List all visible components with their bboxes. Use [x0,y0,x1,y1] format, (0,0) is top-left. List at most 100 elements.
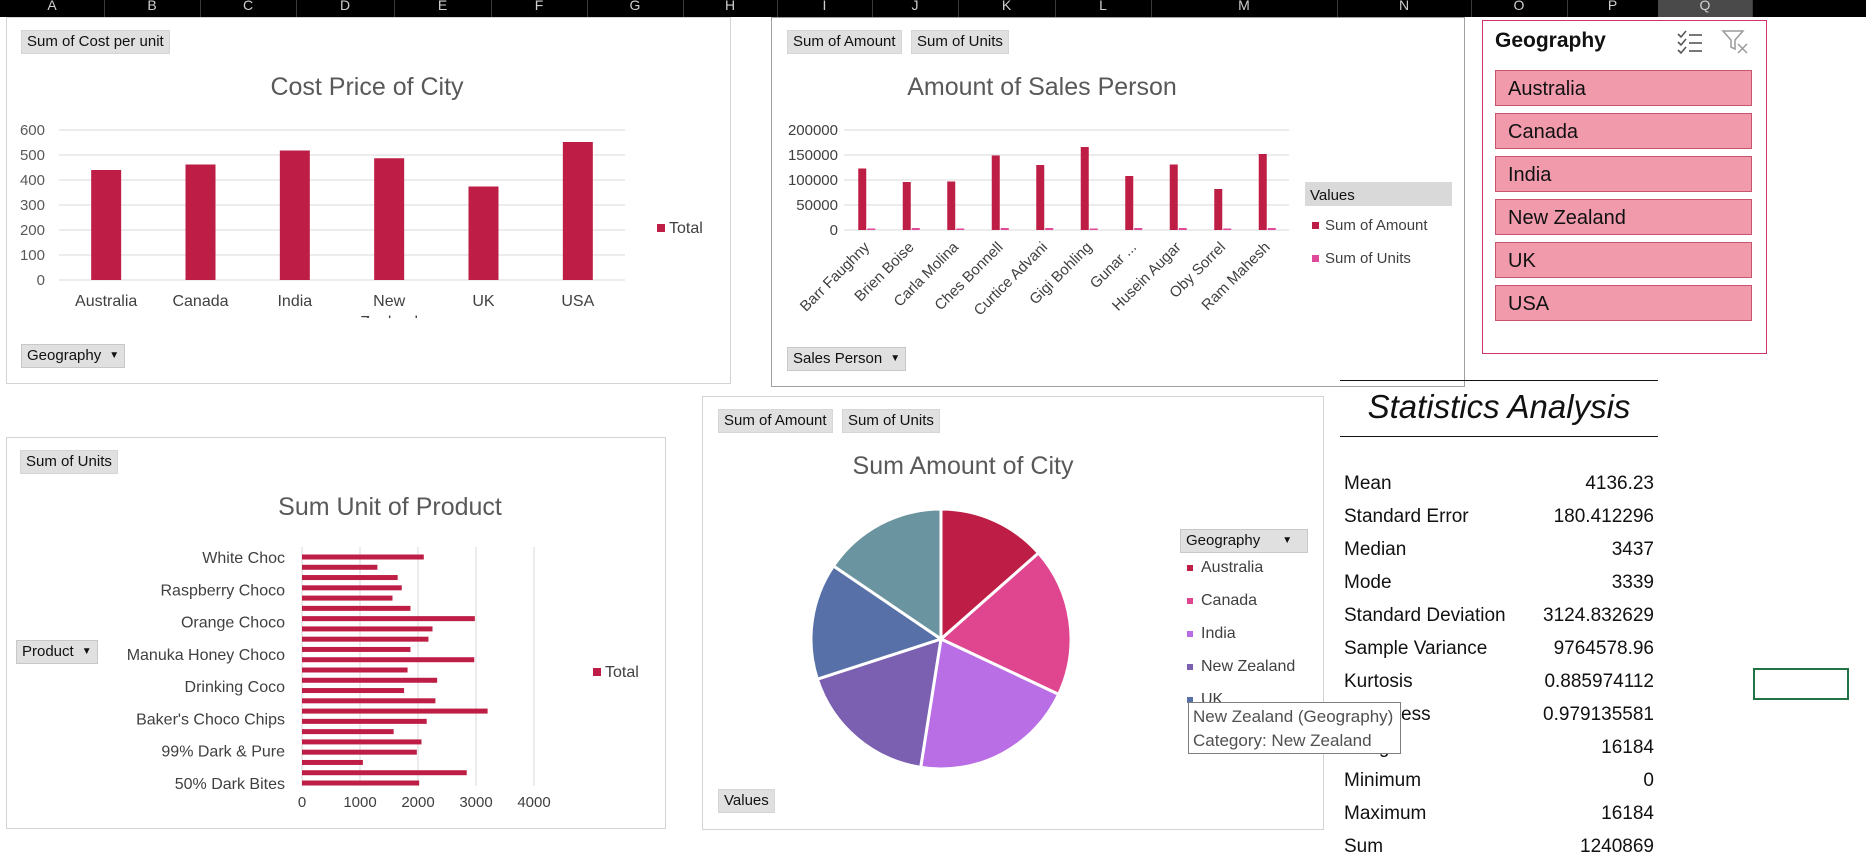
sum-unit-product-chart[interactable]: Sum of Units Sum Unit of Product 0 1000 20… [6,437,666,829]
bar [302,626,433,632]
cost-price-chart[interactable]: Sum of Cost per unit Cost Price of City … [6,17,731,384]
bar [302,718,427,724]
legend-entry[interactable]: New Zealand [1187,658,1295,676]
legend-entry[interactable]: India [1187,625,1236,643]
y-tick-label: 300 [20,197,45,214]
legend-label: India [1201,625,1236,642]
cost-bar-plot: 0 100 200 300 400 500 600 Australia Canada India N… [20,122,703,318]
y-tick-label: Baker's Choco Chips [136,711,285,728]
geography-slicer[interactable]: Geography Australia Canada India New Zealan… [1482,20,1767,354]
bar [302,585,402,591]
bar [302,636,429,642]
column-header-j[interactable]: J [872,0,959,17]
slicer-item-canada[interactable]: Canada [1495,113,1752,149]
x-tick-label: New Zealand [360,293,418,318]
x-tick-label: 2000 [401,794,434,811]
stats-top-rule [1340,380,1658,381]
bar [302,595,393,601]
bar-1 [911,228,920,230]
bar [185,164,216,280]
slicer-item-new-zealand[interactable]: New Zealand [1495,199,1752,235]
x-tick-line: India [277,293,312,310]
bar [302,780,420,786]
column-header-e[interactable]: E [394,0,492,17]
values-field-button[interactable]: Values [718,789,775,813]
legend-swatch [1187,630,1193,637]
column-header-o[interactable]: O [1471,0,1568,17]
legend-entry[interactable]: Australia [1187,559,1263,577]
slicer-item-australia[interactable]: Australia [1495,70,1752,106]
column-header-g[interactable]: G [587,0,684,17]
column-header-f[interactable]: F [491,0,588,17]
column-header-h[interactable]: H [683,0,778,17]
bar [302,759,363,765]
column-header-p[interactable]: P [1567,0,1659,17]
sales-person-chart[interactable]: Sum of Amount Sum of Units Amount of Sal… [771,17,1465,387]
geography-field-label: Geography [27,347,102,364]
sum-amount-city-chart[interactable]: Sum of Amount Sum of Units Sum Amount of… [702,396,1324,830]
legend-swatch [1312,255,1319,262]
column-header-m[interactable]: M [1151,0,1338,17]
slicer-item-uk[interactable]: UK [1495,242,1752,278]
bar-1 [1178,228,1187,230]
stat-value: 0 [1643,770,1654,791]
stat-value: 16184 [1601,737,1654,758]
bar [302,708,488,714]
column-header-k[interactable]: K [958,0,1056,17]
bar [91,170,122,280]
column-header-q[interactable]: Q [1658,0,1753,17]
bar-1 [1134,228,1143,230]
bar-0 [947,181,956,230]
column-header-d[interactable]: D [296,0,395,17]
bar [279,150,310,280]
y-tick-label: 50% Dark Bites [175,776,285,793]
stat-label: Minimum [1344,770,1422,791]
bar-1 [1089,228,1098,230]
chart-tooltip: New Zealand (Geography) Category: New Ze… [1188,702,1401,754]
stat-value: 4136.23 [1585,473,1654,494]
x-tick-label: USA [561,293,594,310]
bar [468,186,499,280]
y-tick-label: Drinking Coco [185,679,286,696]
column-header-c[interactable]: C [200,0,297,17]
y-tick-label: Orange Choco [181,615,285,632]
selected-cell[interactable] [1753,668,1849,700]
product-field-button[interactable]: Product ▼ [16,640,98,665]
bar-0 [1258,154,1267,230]
y-tick-label: White Choc [202,550,285,567]
bar-0 [1036,165,1045,230]
column-header-n[interactable]: N [1337,0,1472,17]
stats-header-rule [1340,436,1658,437]
bar-1 [956,228,965,230]
bar [302,616,475,622]
x-tick-label: 3000 [459,794,492,811]
tooltip-line-2: Category: New Zealand [1193,731,1372,750]
slicer-title: Geography [1495,29,1606,52]
x-tick-line: Canada [172,293,228,310]
y-tick-label: 100000 [788,172,838,189]
legend-swatch [1312,222,1319,229]
checklist-icon[interactable] [1676,29,1704,55]
geography-legend-field-button[interactable]: Geography ▼ [1180,529,1308,554]
slicer-item-usa[interactable]: USA [1495,285,1752,321]
slicer-item-india[interactable]: India [1495,156,1752,192]
bar-0 [1169,164,1178,230]
x-tick-label: 1000 [343,794,376,811]
column-header-i[interactable]: I [777,0,873,17]
legend-label: Canada [1201,592,1258,609]
y-tick-label: 0 [37,272,45,289]
column-header-l[interactable]: L [1055,0,1152,17]
bar-1 [1267,228,1276,230]
y-tick-label: 99% Dark & Pure [161,744,285,761]
filter-clear-icon[interactable] [1721,28,1749,56]
column-header-a[interactable]: A [0,0,105,17]
legend-entry[interactable]: Canada [1187,592,1257,610]
bar [562,142,593,280]
bar [302,667,408,673]
stat-label: Maximum [1344,803,1427,824]
column-header-b[interactable]: B [104,0,201,17]
sales-person-field-button[interactable]: Sales Person ▼ [787,347,907,372]
tooltip-line-1: New Zealand (Geography) [1193,707,1394,726]
bar-0 [1080,147,1089,230]
geography-field-button[interactable]: Geography ▼ [21,344,126,369]
